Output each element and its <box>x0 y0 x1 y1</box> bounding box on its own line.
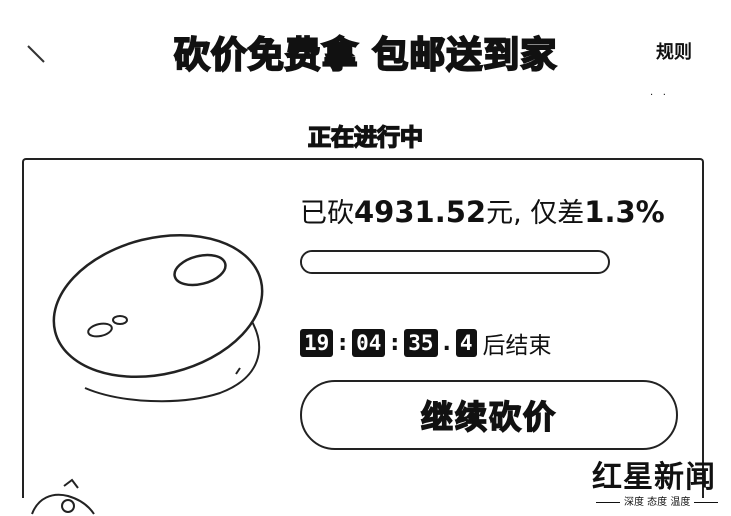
countdown-hours: 19 <box>300 329 334 357</box>
countdown-seconds: 35 <box>404 329 438 357</box>
continue-bargain-button[interactable]: 继续砍价 <box>300 380 678 450</box>
progress-summary: 已砍4931.52元, 仅差1.3% <box>300 191 665 230</box>
continue-bargain-label: 继续砍价 <box>420 397 557 437</box>
progress-bar <box>300 250 610 274</box>
countdown-separator: : <box>338 330 348 356</box>
rules-link[interactable]: 规则 <box>656 38 692 64</box>
sparkle-icon: · · <box>650 90 666 101</box>
decorative-doodle-icon <box>31 478 95 515</box>
remaining-percent: 1.3% <box>584 195 665 229</box>
progress-unit: 元, 仅差 <box>486 198 585 229</box>
progress-prefix: 已砍 <box>300 198 354 229</box>
countdown-separator: . <box>442 330 451 356</box>
watermark-tagline: 深度 态度 温度 <box>592 493 722 508</box>
countdown-timer: 19 : 04 : 35 . 4 后结束 <box>300 326 552 360</box>
progress-fill <box>302 252 605 272</box>
countdown-suffix: 后结束 <box>482 333 552 359</box>
bargained-amount: 4931.52 <box>354 195 487 229</box>
countdown-separator: : <box>390 330 400 356</box>
countdown-minutes: 04 <box>352 329 386 357</box>
status-text: 正在进行中 <box>307 124 424 152</box>
robot-vacuum-icon <box>52 233 264 403</box>
page-title: 砍价免费拿 包邮送到家 <box>173 34 558 77</box>
watermark-logo: 红星新闻 <box>592 460 716 495</box>
countdown-tenths: 4 <box>455 329 477 357</box>
